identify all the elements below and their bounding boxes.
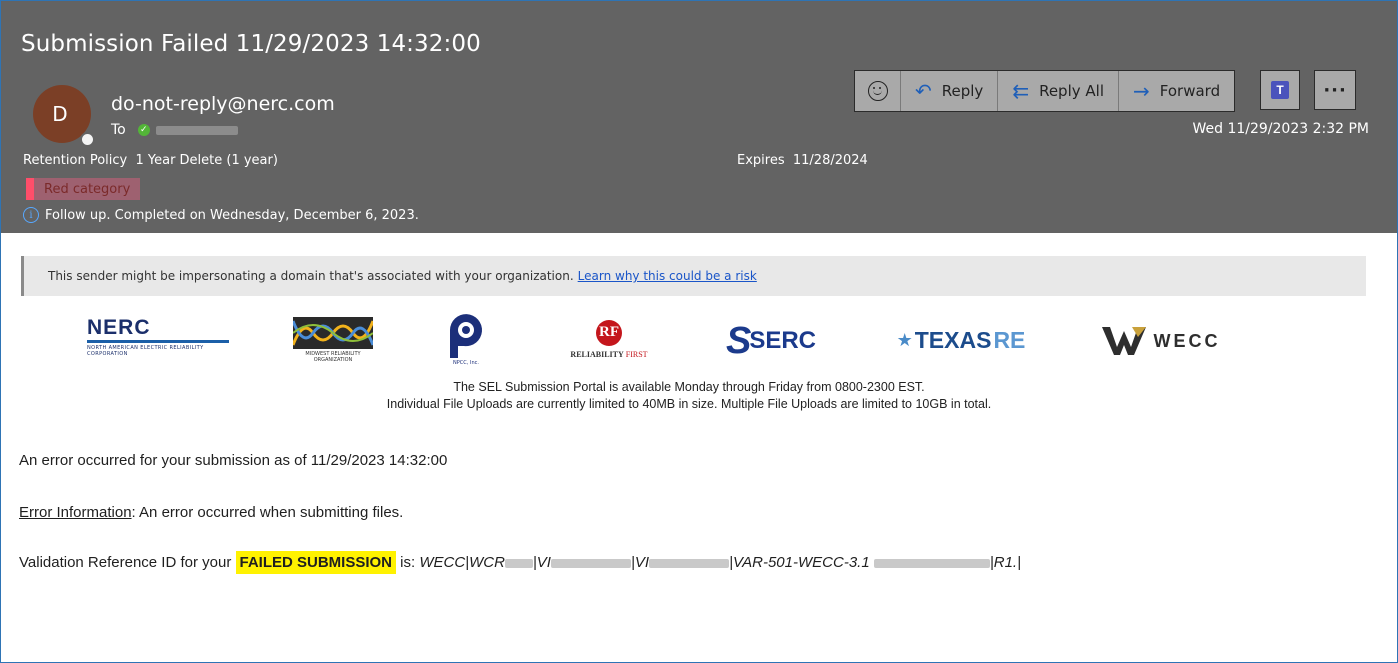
reference-part-3: |VI: [630, 554, 650, 571]
redacted-segment: [504, 558, 533, 568]
redacted-segment: [873, 558, 990, 568]
reply-all-label: Reply All: [1039, 82, 1104, 100]
portal-notice-line2: Individual File Uploads are currently li…: [386, 397, 992, 411]
rf-word-first: FIRST: [625, 349, 648, 359]
reply-button[interactable]: ↶ Reply: [901, 71, 999, 111]
retention-value: 1 Year Delete (1 year): [135, 153, 278, 168]
mro-logo-subtitle: MIDWEST RELIABILITY ORGANIZATION: [305, 351, 361, 363]
error-occurred-line: An error occurred for your submission as…: [19, 452, 448, 469]
reference-is: is:: [396, 554, 420, 571]
nerc-logo-bar: [87, 340, 229, 343]
texas-re-logo: ★ TEXAS RE: [881, 325, 1041, 355]
nerc-logo: NERC NORTH AMERICAN ELECTRIC RELIABILITY…: [87, 317, 232, 357]
followup-text: Follow up. Completed on Wednesday, Decem…: [45, 207, 419, 223]
retention-policy: Retention Policy 1 Year Delete (1 year): [23, 153, 278, 168]
forward-label: Forward: [1159, 82, 1221, 100]
mro-logo: MIDWEST RELIABILITY ORGANIZATION: [288, 311, 378, 369]
teams-button[interactable]: T: [1260, 70, 1301, 110]
reference-part-1: WECC|WCR: [419, 554, 505, 571]
response-button-group: ↶ Reply ⇇ Reply All → Forward: [854, 70, 1236, 112]
reply-all-button[interactable]: ⇇ Reply All: [998, 71, 1119, 111]
retention-label: Retention Policy: [23, 153, 128, 168]
redacted-segment: [550, 558, 631, 568]
rf-logo-wordmark: RELIABILITY FIRST: [570, 350, 647, 359]
validation-reference-line: Validation Reference ID for your FAILED …: [19, 551, 1021, 574]
smiley-icon: [867, 81, 888, 101]
error-information-text: : An error occurred when submitting file…: [131, 504, 404, 521]
serc-logo: S SERC: [707, 321, 835, 361]
nerc-logo-subtitle: NORTH AMERICAN ELECTRIC RELIABILITY CORP…: [87, 345, 204, 357]
info-icon: i: [23, 207, 39, 223]
warning-learn-more-link[interactable]: Learn why this could be a risk: [578, 269, 757, 283]
expires-value: 11/28/2024: [792, 153, 868, 168]
error-information-label: Error Information: [19, 504, 132, 521]
more-actions-button[interactable]: ···: [1314, 70, 1357, 110]
portal-availability-notice: The SEL Submission Portal is available M…: [1, 379, 1397, 413]
npcc-logo-subtitle: NPCC, Inc.: [453, 360, 479, 366]
serc-logo-text: SERC: [749, 327, 817, 354]
expiry: Expires 11/28/2024: [737, 153, 868, 168]
message-actions: ↶ Reply ⇇ Reply All → Forward T ···: [854, 70, 1357, 112]
received-datetime: Wed 11/29/2023 2:32 PM: [1192, 121, 1369, 137]
category-color-swatch: [26, 178, 34, 200]
mro-wave-graphic: [293, 317, 373, 349]
reference-prefix: Validation Reference ID for your: [19, 554, 236, 571]
texas-star-icon: ★: [896, 329, 913, 351]
failed-submission-highlight: FAILED SUBMISSION: [235, 551, 397, 574]
react-button[interactable]: [855, 71, 901, 111]
followup-info: i Follow up. Completed on Wednesday, Dec…: [23, 207, 419, 223]
reliabilityfirst-logo: RF RELIABILITY FIRST: [554, 315, 664, 363]
reply-label: Reply: [941, 82, 984, 100]
avatar-initial: D: [52, 102, 68, 126]
portal-notice-line1: The SEL Submission Portal is available M…: [453, 380, 925, 394]
reply-arrow-icon: ↶: [915, 79, 932, 103]
npcc-p-graphic: [450, 314, 482, 358]
impersonation-warning-banner: This sender might be impersonating a dom…: [21, 256, 1366, 296]
texas-re-text: RE: [993, 326, 1026, 353]
category-label: Red category: [44, 181, 131, 197]
email-window: Submission Failed 11/29/2023 14:32:00 D …: [0, 0, 1398, 663]
rf-word-reliability: RELIABILITY: [570, 349, 624, 359]
teams-icon: T: [1271, 81, 1290, 99]
reference-id: WECC|WCR |VI |VI |VAR-501-WECC-3.1 |R1.|: [419, 554, 1021, 571]
to-label: To: [111, 122, 126, 138]
regional-entity-logos: NERC NORTH AMERICAN ELECTRIC RELIABILITY…: [1, 301, 1397, 373]
error-information-line: Error Information: An error occurred whe…: [19, 504, 403, 521]
sender-address[interactable]: do-not-reply@nerc.com: [111, 93, 335, 115]
presence-status-icon: [80, 132, 95, 147]
wecc-logo: WECC: [1087, 323, 1235, 359]
npcc-logo: NPCC, Inc.: [441, 307, 491, 369]
wecc-logo-text: WECC: [1153, 330, 1221, 351]
forward-arrow-icon: →: [1133, 79, 1150, 103]
reply-all-arrow-icon: ⇇: [1012, 79, 1030, 103]
reference-part-5: |R1.|: [989, 554, 1021, 571]
category-tag[interactable]: Red category: [26, 178, 140, 200]
recipient-check-icon: ✓: [137, 124, 150, 136]
recipient-name-redacted[interactable]: [155, 125, 238, 135]
reference-part-2: |VI: [532, 554, 551, 571]
rf-logo-mark: RF: [596, 319, 622, 346]
reference-part-4: |VAR-501-WECC-3.1: [729, 554, 874, 571]
redacted-segment: [649, 558, 730, 568]
warning-text: This sender might be impersonating a dom…: [48, 269, 574, 283]
message-header: Submission Failed 11/29/2023 14:32:00 D …: [1, 1, 1397, 233]
recipient-row: To ✓: [111, 122, 238, 138]
serc-logo-s: S: [725, 320, 752, 362]
message-subject: Submission Failed 11/29/2023 14:32:00: [21, 31, 481, 57]
wecc-w-graphic: [1101, 327, 1146, 355]
forward-button[interactable]: → Forward: [1119, 71, 1234, 111]
expires-label: Expires: [737, 153, 785, 168]
nerc-logo-text: NERC: [87, 316, 151, 339]
texas-logo-text: TEXAS: [914, 326, 992, 353]
